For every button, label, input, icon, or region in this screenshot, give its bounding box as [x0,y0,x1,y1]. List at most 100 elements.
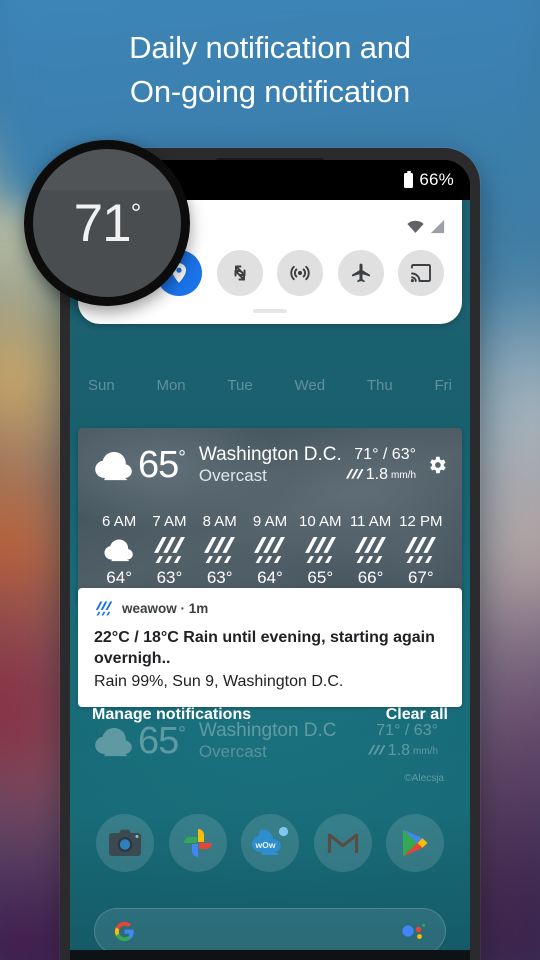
toggle-auto-rotate[interactable] [216,250,263,296]
hourly-icon-slot [396,533,446,567]
hourly-time: 10 AM [299,512,342,530]
notification-title: 22°C / 18°C Rain until evening, starting… [94,629,435,667]
notification-app-name: weawow · 1m [122,601,209,616]
weekday-0: Sun [88,377,115,394]
wifi-icon [407,220,424,233]
gear-icon[interactable] [426,454,448,476]
weather-rain-rate: 1.8 mm/h [345,465,416,486]
hourly-item: 12 PM 67° [396,513,446,588]
weather-hourly-forecast: 6 AM 64° 7 AM 63° 8 AM 63° 9 AM 64° 10 A… [92,513,448,588]
hourly-temp: 63° [156,567,183,587]
weekday-5: Fri [434,377,452,394]
weawow-icon: wOw [252,826,289,855]
weawow-text-notification[interactable]: weawow · 1m 22°C / 18°C Rain until eveni… [78,588,462,708]
hourly-time: 8 AM [202,512,237,530]
weekday-1: Mon [156,377,186,394]
weather-condition: Overcast [198,466,267,486]
magnifier-callout: 71° [24,140,190,306]
hourly-icon-slot [345,533,395,567]
hourly-temp: 65° [307,567,334,587]
hourly-time: 6 AM [102,512,137,530]
dock-item-weawow[interactable]: wOw [241,814,299,872]
auto-rotate-icon [234,265,246,281]
hourly-item: 10 AM 65° [295,513,345,588]
panel-drag-handle[interactable] [253,309,287,313]
notification-footer-bar: Manage notifications Clear all [78,698,462,776]
battery-icon [404,170,414,188]
rain-icon [345,469,363,479]
play-store-icon [403,829,428,857]
camera-icon [109,829,141,856]
rain-icon [254,536,286,563]
cellular-signal-icon [430,219,445,233]
airplane-icon [351,263,370,283]
hourly-icon-slot [195,533,245,567]
hourly-temp: 63° [206,567,233,587]
hourly-time: 9 AM [252,512,288,530]
weather-detail-block: 71° / 63° 1.8 mm/h [345,445,416,487]
dock-item-camera[interactable] [96,814,154,872]
hourly-item: 7 AM 63° [144,513,194,588]
manage-notifications-button[interactable]: Manage notifications [92,706,251,724]
hourly-temp: 64° [257,567,283,587]
weather-current-temp: 65° [138,444,186,487]
dock-item-gmail[interactable] [313,814,372,872]
hourly-item: 8 AM 63° [195,513,245,588]
gmail-icon [327,833,358,853]
weather-widget-header: 65° Washington D.C. Overcast 71° / 63° 1… [92,444,448,487]
notification-subtitle: Rain 99%, Sun 9, Washington D.C. [94,672,344,690]
rain-icon [304,536,336,563]
hourly-temp: 66° [357,567,384,587]
weather-widget-notification[interactable]: 65° Washington D.C. Overcast 71° / 63° 1… [78,428,462,602]
weekday-2: Tue [227,377,253,394]
headline-line-1: Daily notification and [129,30,411,65]
hourly-time: 12 PM [399,512,443,530]
weather-location-block: Washington D.C. Overcast [199,444,346,487]
hourly-item: 11 AM 66° [345,513,395,588]
google-g-icon [114,921,134,941]
system-navigation-bar [70,950,470,960]
hourly-time: 11 AM [349,512,392,530]
promo-headline: Daily notification and On-going notifica… [0,26,540,114]
hourly-temp: 67° [407,567,434,587]
battery-percent: 66% [419,170,454,189]
hourly-item: 6 AM 64° [94,513,144,588]
rain-icon [405,536,437,563]
dock-item-play-store[interactable] [386,814,444,872]
headline-line-2: On-going notification [129,74,411,110]
hourly-icon-slot [295,533,345,567]
weather-high-low: 71° / 63° [354,445,416,463]
cast-icon [410,264,431,283]
rain-icon [355,536,386,563]
google-photos-icon [183,829,212,857]
rain-unit: mm/h [391,470,416,482]
hourly-time: 7 AM [152,512,187,530]
app-dock: wOw [70,814,470,872]
clear-all-button[interactable]: Clear all [386,706,448,724]
magnified-temperature: 71° [73,193,142,253]
hourly-icon-slot [94,533,144,567]
hourly-icon-slot [245,533,295,567]
home-screen: Sun Mon Tue Wed Thu Fri 65° Washington D… [70,200,470,960]
cloud-icon [104,539,133,562]
rain-icon [204,536,236,563]
cloud-icon [95,452,132,481]
weather-widget-body: 65° Washington D.C. Overcast 71° / 63° 1… [78,428,462,602]
weekday-strip: Sun Mon Tue Wed Thu Fri [88,377,452,394]
assistant-mic-icon[interactable] [401,921,427,941]
rain-icon [153,536,185,563]
toggle-cast[interactable] [397,250,444,296]
weawow-app-icon [95,601,113,616]
google-search-bar[interactable] [94,908,446,954]
svg-text:wOw: wOw [254,840,275,850]
dock-item-photos[interactable] [168,814,227,872]
weekday-3: Wed [294,377,326,394]
hotspot-icon [290,265,310,281]
toggle-airplane-mode[interactable] [337,250,384,296]
weather-city: Washington D.C. [198,444,342,465]
weekday-4: Thu [366,377,393,394]
hourly-temp: 64° [106,567,132,587]
rain-value: 1.8 [365,466,388,484]
toggle-hotspot[interactable] [277,250,324,296]
hourly-icon-slot [144,533,194,567]
